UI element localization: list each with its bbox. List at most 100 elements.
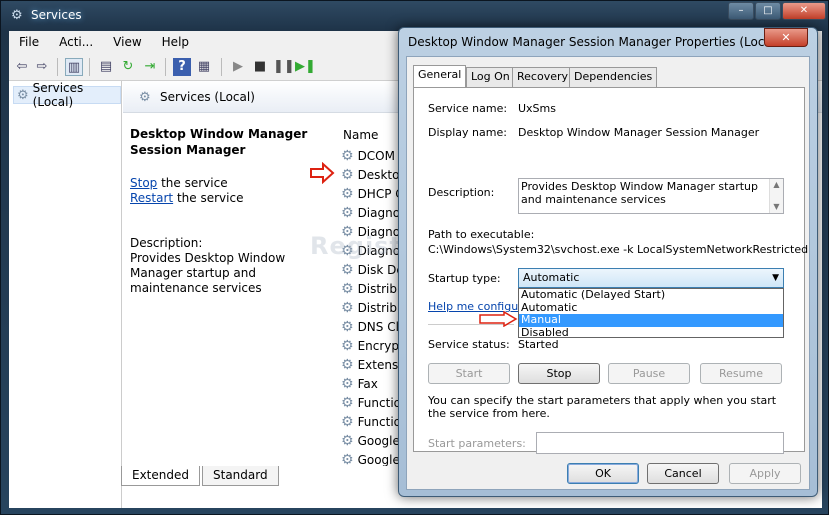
list-item-label: DNS Cli — [357, 319, 403, 334]
list-item[interactable]: ⚙ Google — [341, 450, 400, 467]
gear-icon: ⚙ — [341, 204, 354, 221]
startup-type-select[interactable]: Automatic ▼ — [518, 268, 784, 288]
chevron-down-icon: ▼ — [772, 273, 779, 283]
start-button[interactable]: Start — [428, 363, 510, 384]
list-item[interactable]: ⚙ Encrypt — [341, 336, 404, 355]
gear-icon: ⚙ — [139, 90, 151, 105]
tab-extended[interactable]: Extended — [121, 466, 200, 486]
list-item[interactable]: ⚙ DNS Cli — [341, 317, 402, 336]
export-icon[interactable]: ⇥ — [141, 58, 159, 76]
list-item-label: Functio — [357, 395, 401, 410]
start-params-label: Start parameters: — [428, 437, 526, 450]
dialog-close-button[interactable]: ✕ — [764, 28, 808, 47]
window-title: Services — [31, 8, 82, 22]
gear-icon: ⚙ — [341, 451, 354, 467]
gear-icon: ⚙ — [341, 261, 354, 278]
list-item[interactable]: ⚙ Distribu — [341, 279, 405, 298]
tree-item-label: Services (Local) — [32, 81, 84, 109]
service-name-label: Service name: — [428, 102, 508, 115]
ok-button[interactable]: OK — [567, 463, 639, 484]
help-icon[interactable]: ? — [173, 58, 191, 76]
menu-help[interactable]: Help — [152, 35, 199, 49]
description-box[interactable]: Provides Desktop Window Manager startup … — [518, 178, 784, 214]
start-params-input[interactable] — [536, 432, 784, 454]
pause-service-icon[interactable]: ❚❚ — [273, 58, 295, 76]
list-item[interactable]: ⚙ DCOM — [341, 146, 395, 165]
stop-link[interactable]: Stop — [130, 176, 157, 190]
list-item[interactable]: ⚙ Functio — [341, 393, 401, 412]
maximize-button[interactable]: □ — [755, 2, 781, 20]
display-name-value: Desktop Window Manager Session Manager — [518, 126, 760, 139]
gear-icon: ⚙ — [17, 87, 29, 103]
option-manual[interactable]: Manual — [519, 314, 783, 327]
list-item-label: Google — [357, 452, 400, 467]
tree-item-services-local[interactable]: ⚙ Services (Local) — [13, 81, 121, 109]
list-item-label: Functio — [357, 414, 401, 429]
toolbar-separator — [165, 58, 166, 76]
restart-suffix: the service — [173, 191, 244, 205]
toolbar-separator — [57, 58, 58, 76]
list-item[interactable]: ⚙ Functio — [341, 412, 401, 431]
gear-icon: ⚙ — [341, 413, 354, 430]
list-item[interactable]: ⚙ Disk De — [341, 260, 404, 279]
red-arrow-icon — [479, 311, 518, 327]
console-icon[interactable]: ▦ — [195, 58, 213, 76]
description-scrollbar[interactable]: ▲ ▼ — [769, 179, 783, 213]
red-arrow-icon — [310, 162, 335, 184]
list-item[interactable]: ⚙ DHCP C — [341, 184, 404, 203]
startup-type-label: Startup type: — [428, 272, 501, 285]
gear-icon: ⚙ — [341, 375, 354, 392]
refresh-icon[interactable]: ↻ — [119, 58, 137, 76]
list-item-label: Encrypt — [357, 338, 404, 353]
service-name-value: UxSms — [518, 102, 556, 115]
menu-file[interactable]: File — [9, 35, 49, 49]
dialog-title: Desktop Window Manager Session Manager P… — [408, 35, 806, 49]
list-item[interactable]: ⚙ Fax — [341, 374, 378, 393]
menu-view[interactable]: View — [103, 35, 151, 49]
dialog-content: General Log On Recovery Dependencies Ser… — [406, 56, 810, 490]
description-text: Provides Desktop Window Manager startup … — [130, 251, 286, 295]
close-button[interactable]: ✕ — [782, 2, 826, 20]
show-hide-tree-icon[interactable]: ▥ — [65, 58, 83, 76]
cancel-button[interactable]: Cancel — [647, 463, 719, 484]
service-status-label: Service status: — [428, 338, 510, 351]
service-description: Description: Provides Desktop Window Man… — [130, 236, 335, 296]
display-name-label: Display name: — [428, 126, 507, 139]
tab-dependencies[interactable]: Dependencies — [569, 67, 658, 87]
list-item[interactable]: ⚙ Google — [341, 431, 400, 450]
tab-standard[interactable]: Standard — [202, 466, 279, 486]
gear-icon: ⚙ — [341, 394, 354, 411]
list-item[interactable]: ⚙ Diagnos — [341, 203, 406, 222]
properties-icon[interactable]: ▤ — [97, 58, 115, 76]
list-item[interactable]: ⚙ Distribu — [341, 298, 405, 317]
tab-general[interactable]: General — [413, 65, 467, 88]
stop-service-icon[interactable]: ■ — [251, 58, 269, 76]
stop-button[interactable]: Stop — [518, 363, 600, 384]
option-disabled[interactable]: Disabled — [519, 326, 783, 340]
restart-service-icon[interactable]: ▶❚ — [295, 58, 316, 76]
minimize-button[interactable]: – — [728, 2, 754, 20]
apply-button[interactable]: Apply — [729, 463, 801, 484]
forward-arrow-icon[interactable]: ⇨ — [33, 58, 51, 76]
menu-action[interactable]: Acti... — [49, 35, 103, 49]
gear-icon: ⚙ — [341, 318, 354, 335]
list-item-label: Disk De — [357, 262, 404, 277]
pause-button[interactable]: Pause — [608, 363, 690, 384]
tab-recovery[interactable]: Recovery — [512, 67, 574, 87]
start-service-icon[interactable]: ▶ — [229, 58, 247, 76]
properties-dialog: Desktop Window Manager Session Manager P… — [398, 27, 818, 497]
restart-link[interactable]: Restart — [130, 191, 173, 205]
gear-icon: ⚙ — [341, 166, 354, 183]
description-label: Description: — [428, 186, 495, 199]
gear-icon: ⚙ — [341, 432, 354, 449]
service-detail: Desktop Window Manager Session Manager S… — [130, 126, 335, 296]
description-text: Provides Desktop Window Manager startup … — [521, 180, 759, 206]
service-actions: Stop the service Restart the service — [130, 176, 335, 206]
back-arrow-icon[interactable]: ⇦ — [13, 58, 31, 76]
general-panel: Service name: UxSms Display name: Deskto… — [413, 87, 808, 454]
gear-icon: ⚙ — [341, 299, 354, 316]
resume-button[interactable]: Resume — [700, 363, 782, 384]
option-automatic-delayed[interactable]: Automatic (Delayed Start) — [519, 289, 783, 302]
list-item-label: DHCP C — [357, 186, 404, 201]
tab-log-on[interactable]: Log On — [466, 67, 515, 87]
